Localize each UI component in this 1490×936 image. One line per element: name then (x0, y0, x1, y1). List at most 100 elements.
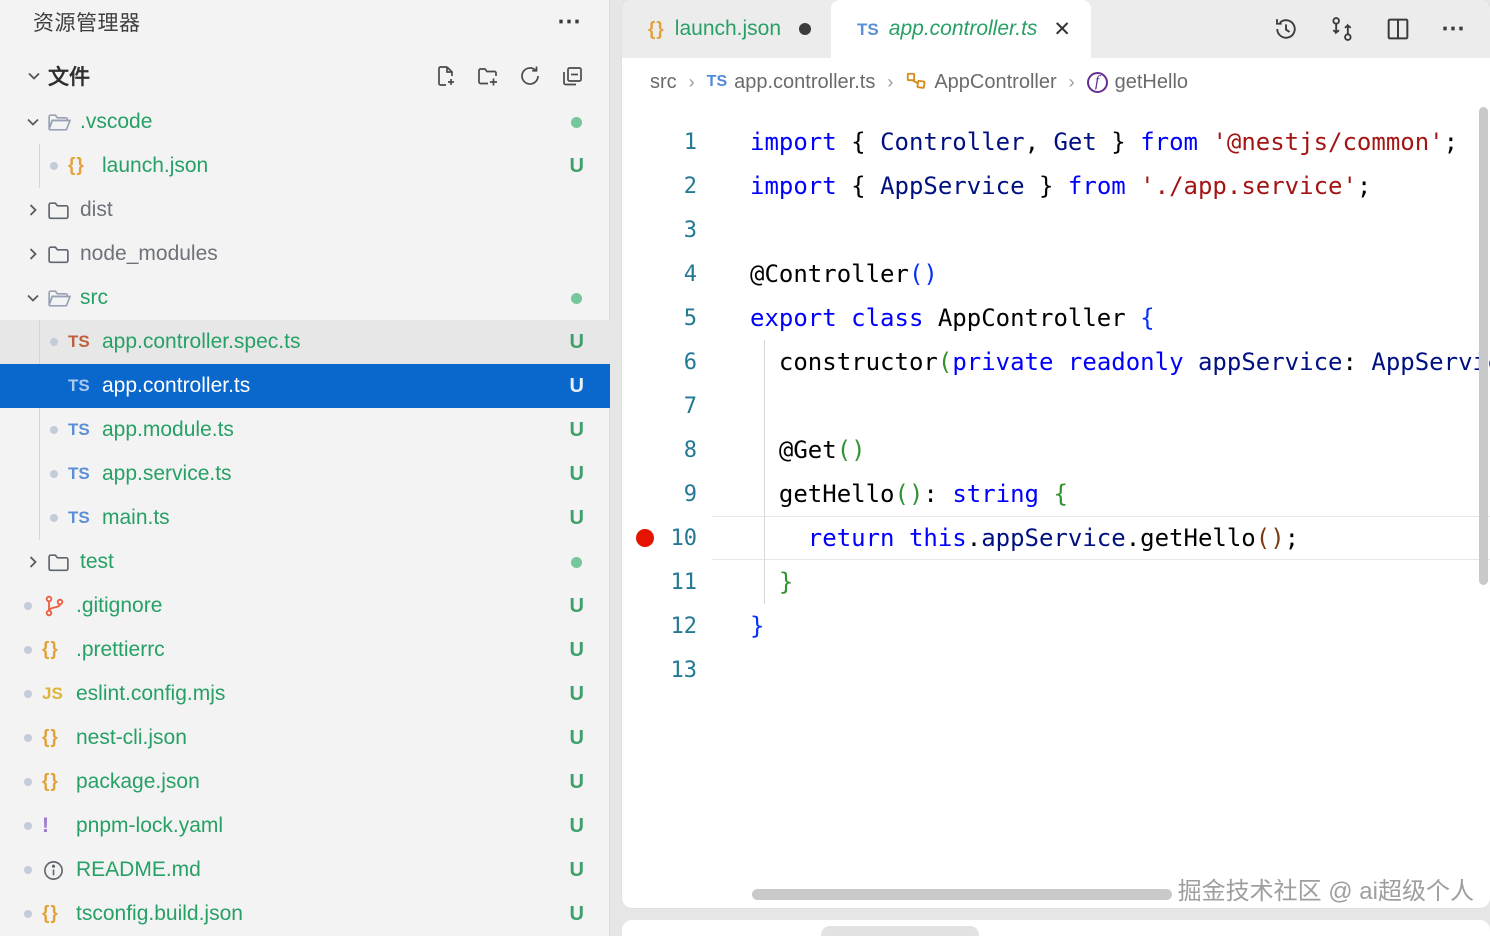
modified-dot (24, 822, 32, 830)
line-number[interactable]: 12 (622, 604, 712, 648)
class-icon (905, 71, 927, 93)
line-number[interactable]: 2 (622, 164, 712, 208)
line-number[interactable]: 8 (622, 428, 712, 472)
folder-open-icon (46, 286, 80, 311)
code-line-2[interactable]: 2import { AppService } from './app.servi… (622, 164, 1490, 208)
new-folder-icon[interactable] (475, 63, 501, 89)
tree-item-main.ts[interactable]: TSmain.tsU (0, 496, 610, 540)
tree-item-package.json[interactable]: {}package.jsonU (0, 760, 610, 804)
line-number[interactable]: 7 (622, 384, 712, 428)
git-status-badge: U (570, 507, 584, 530)
code-line-1[interactable]: 1import { Controller, Get } from '@nestj… (622, 120, 1490, 164)
tree-item-label: main.ts (102, 506, 170, 530)
dirty-dot-icon[interactable] (799, 23, 811, 35)
more-actions-icon[interactable]: ⋯ (1440, 15, 1468, 43)
code-editor[interactable]: 1import { Controller, Get } from '@nestj… (622, 120, 1490, 692)
open-changes-icon[interactable] (1328, 15, 1356, 43)
modified-dot (24, 778, 32, 786)
split-editor-icon[interactable] (1384, 15, 1412, 43)
tree-item-README.md[interactable]: README.mdU (0, 848, 610, 892)
tree-item-app.module.ts[interactable]: TSapp.module.tsU (0, 408, 610, 452)
code-line-10[interactable]: 10 return this.appService.getHello(); (622, 516, 1490, 560)
ts-sel-icon: TS (68, 376, 102, 396)
tree-item-eslint.config.mjs[interactable]: JSeslint.config.mjsU (0, 672, 610, 716)
tree-item-node_modules[interactable]: node_modules (0, 232, 610, 276)
code-line-5[interactable]: 5export class AppController { (622, 296, 1490, 340)
code-line-12[interactable]: 12} (622, 604, 1490, 648)
breakpoint-icon[interactable] (636, 529, 654, 547)
breadcrumb-item[interactable]: AppController (905, 71, 1056, 94)
tab-launch.json[interactable]: {}launch.json (622, 0, 831, 58)
tree-item-label: tsconfig.build.json (76, 902, 243, 926)
code-line-3[interactable]: 3 (622, 208, 1490, 252)
tree-item-tsconfig.build.json[interactable]: {}tsconfig.build.json U (0, 892, 610, 936)
line-number[interactable]: 1 (622, 120, 712, 164)
modified-dot (24, 602, 32, 610)
close-icon[interactable]: ✕ (1053, 17, 1071, 42)
tree-item-.prettierrc[interactable]: {}.prettierrcU (0, 628, 610, 672)
code-line-8[interactable]: 8 @Get() (622, 428, 1490, 472)
line-number[interactable]: 5 (622, 296, 712, 340)
line-number[interactable]: 9 (622, 472, 712, 516)
explorer-sidebar: 资源管理器 ⋯ 文件 .vscode{}launch.jsonUdistnode… (0, 0, 610, 936)
js-icon: JS (42, 684, 76, 704)
line-number[interactable]: 6 (622, 340, 712, 384)
code-line-4[interactable]: 4@Controller() (622, 252, 1490, 296)
tree-item-launch.json[interactable]: {}launch.jsonU (0, 144, 610, 188)
tree-item-nest-cli.json[interactable]: {}nest-cli.jsonU (0, 716, 610, 760)
tab-label: app.controller.ts (889, 17, 1038, 41)
tree-item-.vscode[interactable]: .vscode (0, 100, 610, 144)
line-number[interactable]: 11 (622, 560, 712, 604)
tree-item-label: launch.json (102, 154, 208, 178)
json-icon: {} (42, 903, 76, 925)
git-status-badge: U (570, 903, 584, 926)
bottom-editor-group (622, 920, 1490, 936)
collapse-all-icon[interactable] (559, 63, 585, 89)
timeline-icon[interactable] (1272, 15, 1300, 43)
breadcrumb-item[interactable]: TSapp.controller.ts (707, 71, 876, 94)
bottom-panel-handle[interactable] (821, 926, 979, 936)
modified-dot (50, 426, 58, 434)
line-number[interactable]: 13 (622, 648, 712, 692)
modified-dot (24, 690, 32, 698)
vertical-scrollbar[interactable] (1479, 107, 1488, 585)
code-line-9[interactable]: 9 getHello(): string { (622, 472, 1490, 516)
breadcrumb-item[interactable]: fgetHello (1087, 71, 1188, 94)
git-status-badge: U (570, 375, 584, 398)
tree-item-label: nest-cli.json (76, 726, 187, 750)
git-status-badge: U (570, 771, 584, 794)
ts-icon: TS (68, 464, 102, 484)
chevron-right-icon (20, 246, 46, 262)
breadcrumb-separator: › (689, 72, 695, 93)
code-line-13[interactable]: 13 (622, 648, 1490, 692)
method-icon: f (1087, 72, 1108, 93)
git-status-badge: U (570, 727, 584, 750)
explorer-more-icon[interactable]: ⋯ (557, 17, 583, 27)
tree-item-app.controller.spec.ts[interactable]: TSapp.controller.spec.tsU (0, 320, 610, 364)
line-number[interactable]: 10 (622, 516, 712, 560)
tree-item-label: .gitignore (76, 594, 162, 618)
files-section-header[interactable]: 文件 (0, 52, 609, 100)
tree-item-dist[interactable]: dist (0, 188, 610, 232)
breadcrumb-item[interactable]: src (650, 71, 677, 94)
tree-item-app.controller.ts[interactable]: TSapp.controller.tsU (0, 364, 610, 408)
line-number[interactable]: 3 (622, 208, 712, 252)
tree-item-.gitignore[interactable]: .gitignoreU (0, 584, 610, 628)
line-number[interactable]: 4 (622, 252, 712, 296)
folder-open-icon (46, 110, 80, 135)
modified-dot (24, 646, 32, 654)
tree-item-pnpm-lock.yaml[interactable]: !pnpm-lock.yamlU (0, 804, 610, 848)
code-line-7[interactable]: 7 (622, 384, 1490, 428)
code-line-6[interactable]: 6 constructor(private readonly appServic… (622, 340, 1490, 384)
modified-dot (50, 162, 58, 170)
tree-item-label: pnpm-lock.yaml (76, 814, 223, 838)
tree-item-test[interactable]: test (0, 540, 610, 584)
tree-item-src[interactable]: src (0, 276, 610, 320)
tree-item-app.service.ts[interactable]: TSapp.service.tsU (0, 452, 610, 496)
tab-app.controller.ts[interactable]: TSapp.controller.ts✕ (831, 0, 1091, 58)
tab-strip: {}launch.jsonTSapp.controller.ts✕⋯ (622, 0, 1490, 58)
horizontal-scrollbar[interactable] (752, 889, 1172, 900)
new-file-icon[interactable] (433, 63, 459, 89)
refresh-icon[interactable] (517, 63, 543, 89)
code-line-11[interactable]: 11 } (622, 560, 1490, 604)
